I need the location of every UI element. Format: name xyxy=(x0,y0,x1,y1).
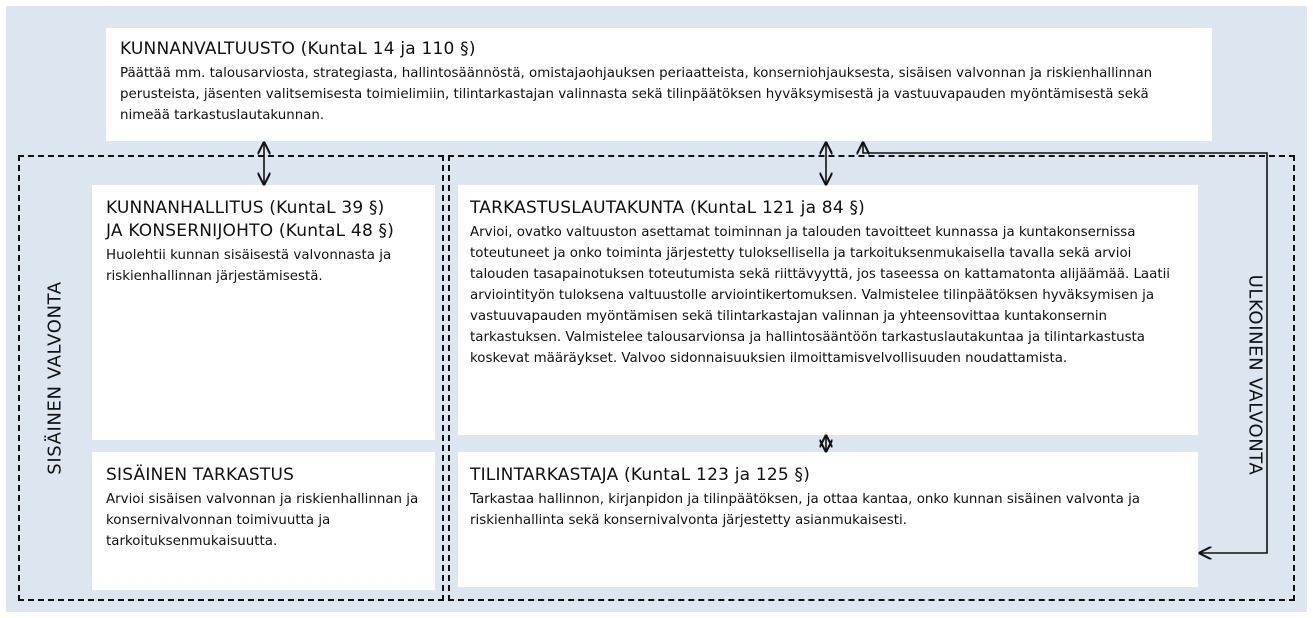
council-description: Päättää mm. talousarviosta, strategiasta… xyxy=(120,66,1153,123)
internal-control-label: SISÄINEN VALVONTA xyxy=(44,281,66,475)
auditor-box: TILINTARKASTAJA (KuntaL 123 ja 125 §) Ta… xyxy=(458,452,1198,587)
audit-committee-description: Arvioi, ovatko valtuuston asettamat toim… xyxy=(470,225,1171,366)
board-description: Huolehtii kunnan sisäisestä valvonnasta … xyxy=(106,248,392,284)
board-title-line1: KUNNANHALLITUS (KuntaL 39 §) xyxy=(106,198,385,218)
auditor-title: TILINTARKASTAJA (KuntaL 123 ja 125 §) xyxy=(470,465,811,485)
control-diagram: KUNNANVALTUUSTO (KuntaL 14 ja 110 §) Pää… xyxy=(0,0,1313,618)
board-title-line2: JA KONSERNIJOHTO (KuntaL 48 §) xyxy=(106,221,395,241)
external-control-label: ULKOINEN VALVONTA xyxy=(1244,274,1266,476)
internal-audit-description: Arvioi sisäisen valvonnan ja riskienhall… xyxy=(106,492,419,549)
audit-committee-box: TARKASTUSLAUTAKUNTA (KuntaL 121 ja 84 §)… xyxy=(458,185,1198,435)
council-title: KUNNANVALTUUSTO (KuntaL 14 ja 110 §) xyxy=(120,39,476,59)
auditor-description: Tarkastaa hallinnon, kirjanpidon ja tili… xyxy=(470,492,1141,528)
audit-committee-title: TARKASTUSLAUTAKUNTA (KuntaL 121 ja 84 §) xyxy=(470,198,865,218)
council-box: KUNNANVALTUUSTO (KuntaL 14 ja 110 §) Pää… xyxy=(106,28,1212,141)
board-box: KUNNANHALLITUS (KuntaL 39 §) JA KONSERNI… xyxy=(92,185,435,440)
internal-audit-box: SISÄINEN TARKASTUS Arvioi sisäisen valvo… xyxy=(92,452,435,590)
internal-audit-title: SISÄINEN TARKASTUS xyxy=(106,465,295,485)
